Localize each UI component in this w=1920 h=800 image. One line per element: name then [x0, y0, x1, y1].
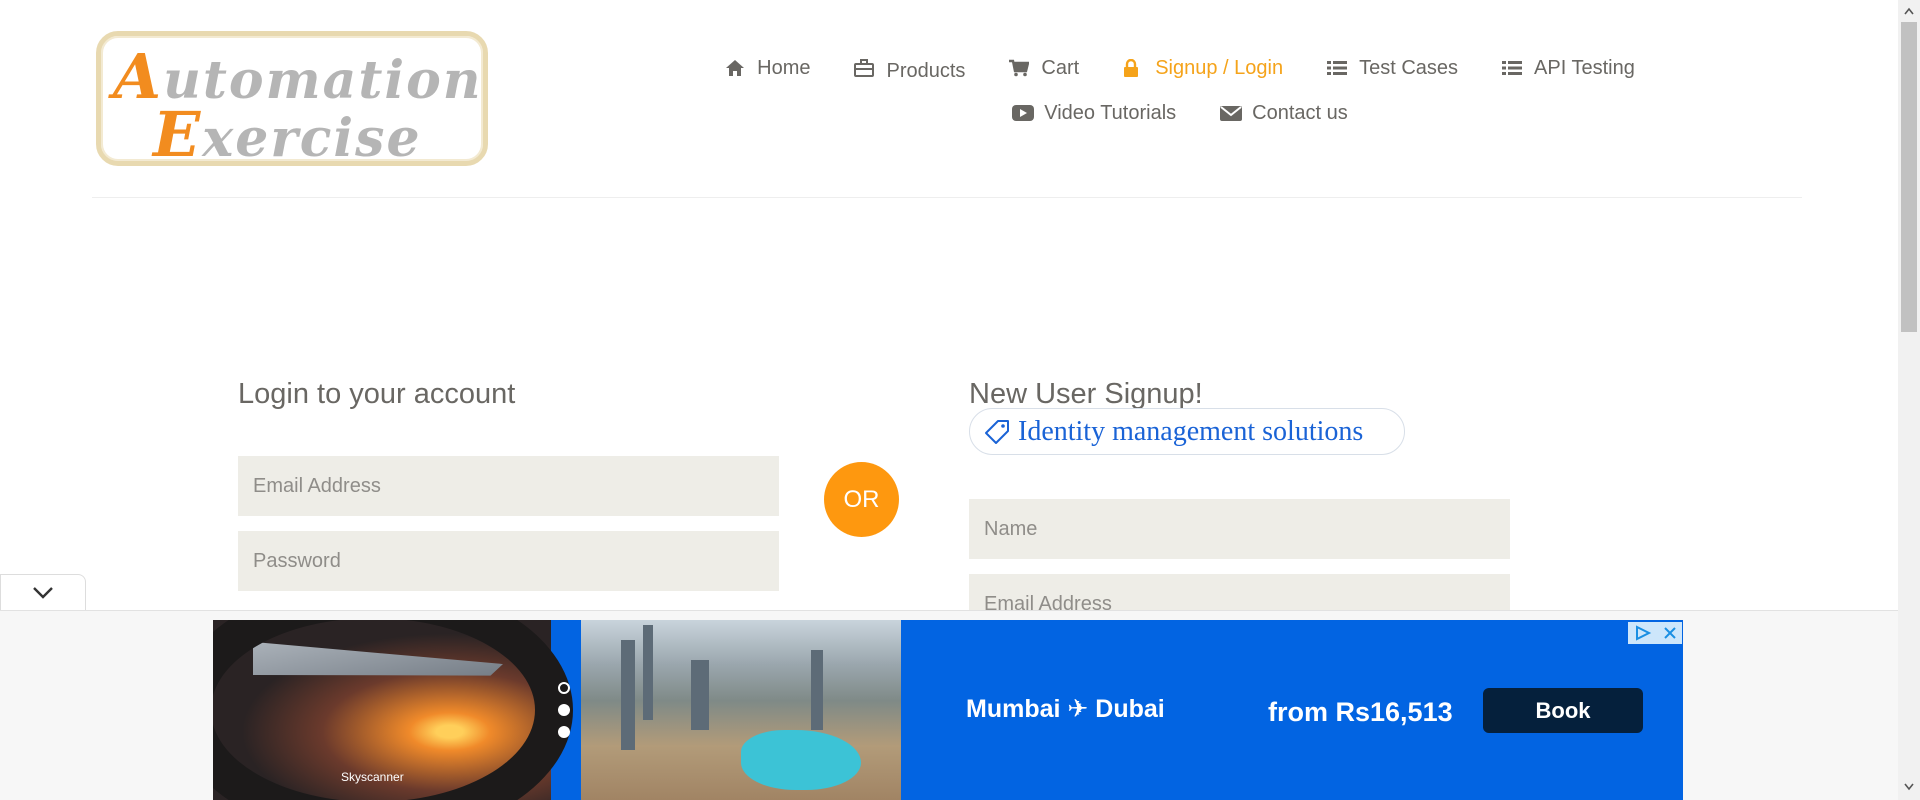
or-divider-badge: OR	[824, 462, 899, 537]
youtube-play-icon	[1012, 104, 1035, 124]
briefcase-icon	[854, 58, 876, 79]
scroll-down-arrow-icon[interactable]	[1904, 782, 1914, 792]
ad-chip-link[interactable]: Identity management solutions	[969, 408, 1405, 455]
nav-test-cases[interactable]: Test Cases	[1327, 57, 1458, 80]
ad-info-icon[interactable]	[1634, 625, 1652, 641]
login-title: Login to your account	[238, 378, 516, 410]
ad-collapse-toggle[interactable]	[0, 574, 86, 610]
nav-products[interactable]: Products	[854, 57, 965, 82]
chevron-down-icon	[33, 586, 53, 599]
airplane-window-image: Skyscanner	[213, 620, 573, 800]
nav-api-testing[interactable]: API Testing	[1502, 57, 1635, 80]
ad-brand-label: Skyscanner	[341, 770, 404, 784]
page-scrollbar[interactable]	[1898, 0, 1920, 800]
site-logo[interactable]: Automation Exercise	[96, 31, 488, 171]
login-email-input[interactable]	[238, 456, 779, 516]
logo-line-2: Exercise	[153, 98, 422, 171]
signup-name-input[interactable]	[969, 499, 1510, 559]
ad-choices-controls	[1628, 622, 1682, 644]
ad-route-text: Mumbai ✈ Dubai	[966, 695, 1165, 723]
lock-icon	[1123, 58, 1145, 79]
city-skyline-image	[581, 620, 901, 800]
main-nav: Home Products Cart Signup / Login Test C…	[700, 46, 1660, 136]
ad-banner[interactable]: Skyscanner	[213, 620, 1683, 800]
signup-title: New User Signup!	[969, 378, 1203, 410]
list-icon	[1327, 59, 1349, 79]
login-password-input[interactable]	[238, 531, 779, 591]
ad-price-text: from Rs16,513	[1268, 697, 1453, 727]
nav-home[interactable]: Home	[725, 57, 810, 80]
carousel-dots	[558, 682, 572, 748]
carousel-dot[interactable]	[558, 704, 570, 716]
carousel-dot[interactable]	[558, 726, 570, 738]
nav-signup-login[interactable]: Signup / Login	[1123, 57, 1283, 80]
nav-cart[interactable]: Cart	[1009, 57, 1079, 80]
nav-contact-us[interactable]: Contact us	[1220, 102, 1348, 125]
home-icon	[725, 59, 747, 79]
scroll-up-arrow-icon[interactable]	[1904, 6, 1914, 16]
carousel-dot[interactable]	[558, 682, 570, 694]
ad-chip-label: Identity management solutions	[1018, 415, 1364, 447]
list-icon	[1502, 59, 1524, 79]
tag-icon	[985, 419, 1009, 444]
book-button[interactable]: Book	[1483, 688, 1643, 733]
header-divider	[92, 197, 1802, 198]
envelope-icon	[1220, 104, 1243, 124]
nav-video-tutorials[interactable]: Video Tutorials	[1012, 102, 1176, 125]
close-icon[interactable]	[1663, 626, 1677, 640]
scrollbar-thumb[interactable]	[1901, 22, 1917, 332]
cart-icon	[1009, 59, 1031, 79]
